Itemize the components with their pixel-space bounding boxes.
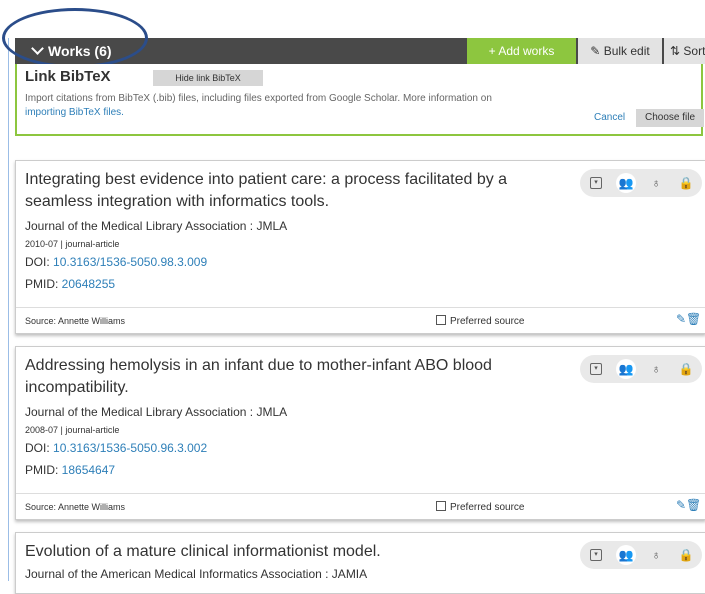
preferred-source[interactable]: Preferred source xyxy=(436,314,524,327)
doi-link[interactable]: 10.3163/1536-5050.98.3.009 xyxy=(53,255,207,269)
bibtex-help-link[interactable]: importing BibTeX files. xyxy=(25,107,124,118)
work-source: Source: Annette Williams xyxy=(25,502,126,512)
pmid-link[interactable]: 18654647 xyxy=(62,463,115,477)
limited-visibility-icon[interactable]: ♁ xyxy=(646,359,666,379)
bibtex-desc-text: Import citations from BibTeX (.bib) file… xyxy=(25,93,492,104)
hide-bibtex-button[interactable]: Hide link BibTeX xyxy=(153,70,263,86)
work-meta: 2008-07 | journal-article xyxy=(25,425,120,435)
divider xyxy=(16,493,705,494)
work-item: Evolution of a mature clinical informati… xyxy=(15,532,705,594)
pencil-icon: ✎ xyxy=(590,44,601,58)
work-meta: 2010-07 | journal-article xyxy=(25,239,120,249)
work-title: Integrating best evidence into patient c… xyxy=(25,171,508,210)
everyone-visibility-icon[interactable]: 👥 xyxy=(616,359,636,379)
visibility-controls: ▾ 👥 ♁ 🔒 xyxy=(580,541,702,569)
everyone-visibility-icon[interactable]: 👥 xyxy=(616,173,636,193)
lock-icon[interactable]: 🔒 xyxy=(676,173,696,193)
edit-icon[interactable]: ✎🗑 xyxy=(676,312,701,326)
work-doi: DOI: 10.3163/1536-5050.96.3.002 xyxy=(25,441,207,455)
works-header: Works (6) + Add works ✎ Bulk edit ⇅ Sort xyxy=(15,38,705,64)
preferred-label: Preferred source xyxy=(450,502,525,513)
work-title: Addressing hemolysis in an infant due to… xyxy=(25,357,492,396)
limited-visibility-icon[interactable]: ♁ xyxy=(646,173,666,193)
edit-icon[interactable]: ✎🗑 xyxy=(676,498,701,512)
select-icon: ▾ xyxy=(590,177,602,189)
sort-button[interactable]: ⇅ Sort xyxy=(664,38,705,64)
visibility-controls: ▾ 👥 ♁ 🔒 xyxy=(580,355,702,383)
lock-icon[interactable]: 🔒 xyxy=(676,545,696,565)
preferred-label: Preferred source xyxy=(450,316,525,327)
choose-file-button[interactable]: Choose file xyxy=(636,109,704,127)
limited-visibility-icon[interactable]: ♁ xyxy=(646,545,666,565)
work-journal: Journal of the American Medical Informat… xyxy=(25,567,368,581)
select-icon: ▾ xyxy=(590,549,602,561)
pmid-label: PMID: xyxy=(25,277,62,291)
work-item: Integrating best evidence into patient c… xyxy=(15,160,705,334)
checkbox-icon xyxy=(436,315,446,325)
doi-label: DOI: xyxy=(25,441,54,455)
sort-icon: ⇅ xyxy=(670,44,681,58)
select-icon: ▾ xyxy=(590,363,602,375)
work-title: Evolution of a mature clinical informati… xyxy=(25,543,381,560)
add-works-button[interactable]: + Add works xyxy=(467,38,576,64)
bibtex-description: Import citations from BibTeX (.bib) file… xyxy=(25,92,495,120)
visibility-controls: ▾ 👥 ♁ 🔒 xyxy=(580,169,702,197)
work-doi: DOI: 10.3163/1536-5050.98.3.009 xyxy=(25,255,207,269)
work-item: Addressing hemolysis in an infant due to… xyxy=(15,346,705,520)
select-checkbox[interactable]: ▾ xyxy=(586,359,606,379)
preferred-source[interactable]: Preferred source xyxy=(436,500,524,513)
doi-label: DOI: xyxy=(25,255,54,269)
lock-icon[interactable]: 🔒 xyxy=(676,359,696,379)
bulk-edit-label: Bulk edit xyxy=(603,44,650,58)
works-title: Works (6) xyxy=(48,43,112,59)
select-checkbox[interactable]: ▾ xyxy=(586,545,606,565)
chevron-down-icon xyxy=(31,42,44,55)
everyone-visibility-icon[interactable]: 👥 xyxy=(616,545,636,565)
bibtex-title: Link BibTeX xyxy=(25,68,111,85)
pmid-link[interactable]: 20648255 xyxy=(62,277,115,291)
cancel-button[interactable]: Cancel xyxy=(594,112,625,123)
work-journal: Journal of the Medical Library Associati… xyxy=(25,219,288,233)
pmid-label: PMID: xyxy=(25,463,62,477)
work-journal: Journal of the Medical Library Associati… xyxy=(25,405,288,419)
work-source: Source: Annette Williams xyxy=(25,316,126,326)
work-pmid: PMID: 20648255 xyxy=(25,277,115,291)
divider xyxy=(16,307,705,308)
bibtex-panel: Link BibTeX Hide link BibTeX Import cita… xyxy=(15,64,704,136)
select-checkbox[interactable]: ▾ xyxy=(586,173,606,193)
bulk-edit-button[interactable]: ✎ Bulk edit xyxy=(578,38,662,64)
sort-label: Sort xyxy=(683,44,705,58)
checkbox-icon xyxy=(436,501,446,511)
works-toggle[interactable]: Works (6) xyxy=(31,38,112,64)
doi-link[interactable]: 10.3163/1536-5050.96.3.002 xyxy=(53,441,207,455)
work-pmid: PMID: 18654647 xyxy=(25,463,115,477)
